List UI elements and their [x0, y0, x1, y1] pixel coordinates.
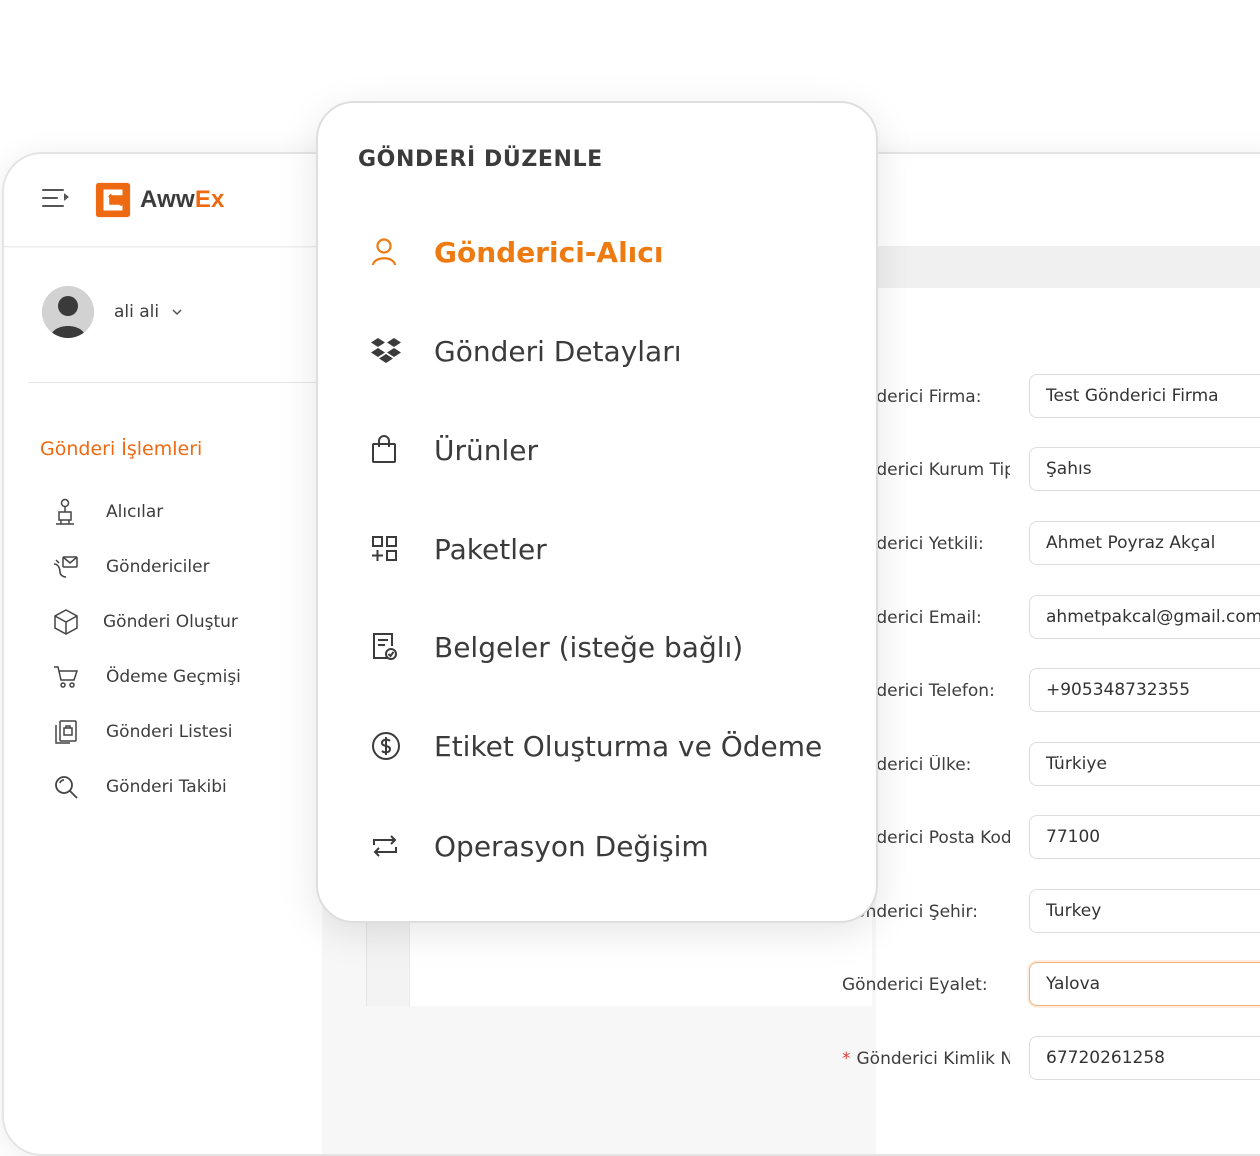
menu-item-label: Gönderi Detayları [434, 334, 682, 368]
popup-title: GÖNDERİ DÜZENLE [358, 147, 603, 172]
menu-item-label: Paketler [434, 532, 547, 566]
sender-city-field[interactable] [1029, 889, 1260, 933]
user-menu[interactable]: ali ali [42, 286, 183, 338]
edit-shipment-menu: GÖNDERİ DÜZENLE Gönderici-Alıcı Gönderi … [316, 101, 878, 923]
avatar-person-icon [42, 286, 94, 338]
brand-name-part1: Aww [140, 186, 195, 213]
form-row-eyalet: Gönderici Eyalet: [0, 962, 1260, 1010]
menu-item-sender-receiver[interactable]: Gönderici-Alıcı [358, 222, 858, 282]
field-label: *Gönderici Kimlik No: [842, 1049, 1010, 1069]
menu-item-label: Gönderici-Alıcı [434, 235, 664, 269]
dropbox-icon [358, 331, 418, 371]
sender-company-field[interactable] [1029, 374, 1260, 418]
menu-item-packages[interactable]: Paketler [358, 519, 858, 579]
avatar [42, 286, 94, 338]
menu-item-documents[interactable]: Belgeler (isteğe bağlı) [358, 617, 858, 677]
required-mark: * [842, 1049, 851, 1069]
sidebar-item-label: Gönderi Listesi [106, 721, 233, 742]
menu-item-label-payment[interactable]: Etiket Oluşturma ve Ödeme [358, 716, 858, 776]
brand-name-part2: Ex [194, 186, 225, 213]
menu-item-label: Operasyon Değişim [434, 829, 709, 863]
brand-logo-icon [95, 182, 131, 218]
menu-item-label: Etiket Oluşturma ve Ödeme [434, 729, 823, 763]
menu-item-label: Belgeler (isteğe bağlı) [434, 630, 744, 664]
field-label: Gönderici Eyalet: [842, 975, 988, 995]
sender-id-number-field[interactable] [1029, 1036, 1260, 1080]
content-header [876, 246, 1260, 288]
chevron-down-icon [172, 309, 182, 316]
repeat-icon [358, 826, 418, 866]
user-name: ali ali [114, 302, 160, 322]
form-row-kimlik-no: *Gönderici Kimlik No: [0, 1036, 1260, 1084]
brand-name: AwwEx [140, 186, 225, 214]
brand-logo[interactable]: AwwEx [94, 180, 225, 220]
menu-toggle-icon[interactable] [42, 187, 69, 209]
field-label-text: Gönderici Kimlik No: [856, 1049, 1011, 1069]
sender-email-field[interactable] [1029, 595, 1260, 639]
sender-org-type-field[interactable] [1029, 447, 1260, 491]
sender-state-field[interactable] [1029, 962, 1260, 1006]
sidebar-item-label: Alıcılar [106, 501, 164, 522]
sender-postal-code-field[interactable] [1029, 815, 1260, 859]
user-icon [358, 232, 418, 272]
sender-country-field[interactable] [1029, 742, 1260, 786]
sender-phone-field[interactable] [1029, 668, 1260, 712]
menu-item-products[interactable]: Ürünler [358, 420, 858, 480]
menu-item-operation-change[interactable]: Operasyon Değişim [358, 816, 858, 876]
shopping-bag-icon [358, 430, 418, 470]
document-check-icon [358, 627, 418, 667]
dollar-circle-icon [358, 726, 418, 766]
grid-add-icon [358, 529, 418, 569]
menu-item-shipment-details[interactable]: Gönderi Detayları [358, 321, 858, 381]
sender-contact-field[interactable] [1029, 521, 1260, 565]
menu-item-label: Ürünler [434, 433, 539, 467]
